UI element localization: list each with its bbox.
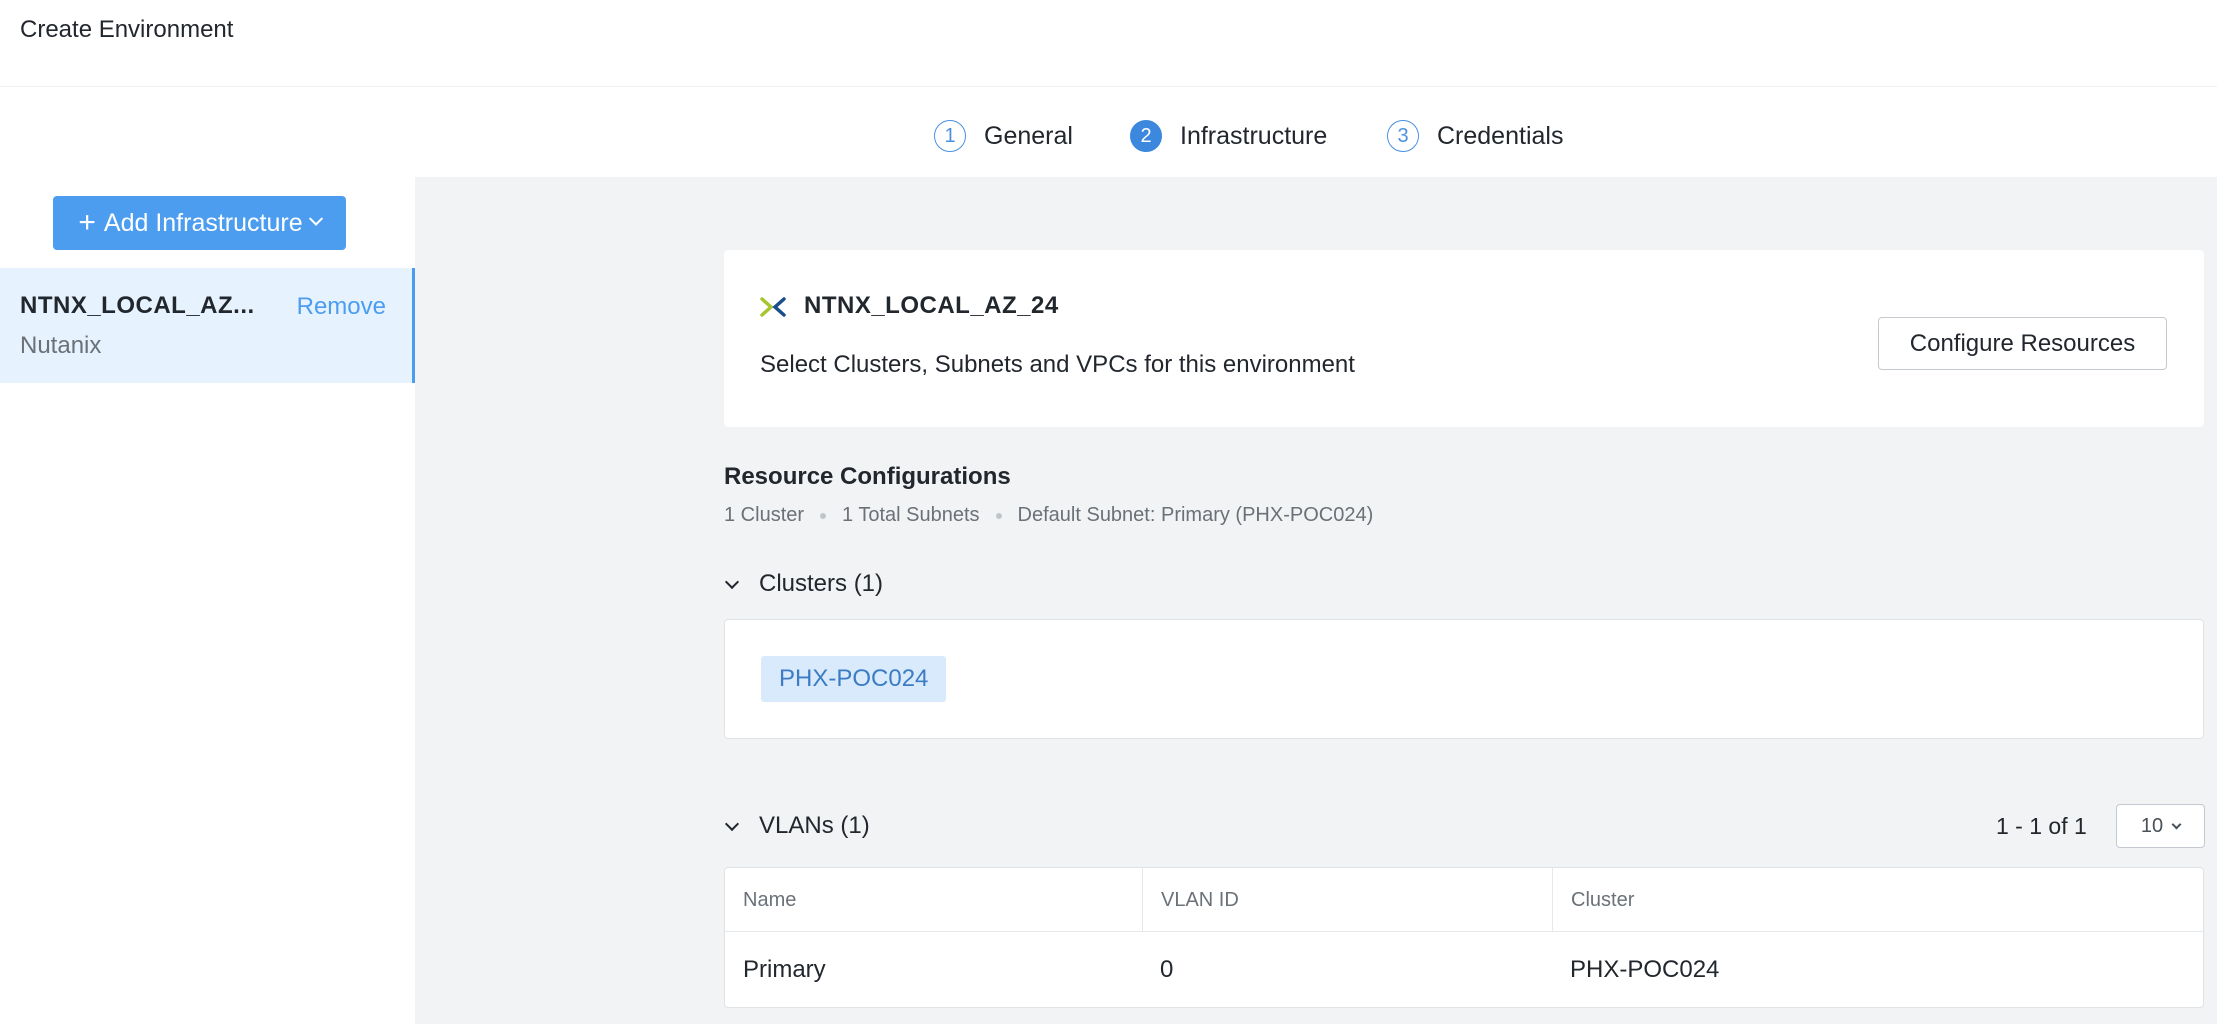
- step-number: 3: [1387, 120, 1419, 152]
- vlans-table: Name VLAN ID Cluster Primary 0 PHX-POC02…: [724, 867, 2204, 1008]
- step-infrastructure[interactable]: 2 Infrastructure: [1130, 119, 1327, 153]
- table-header: Name VLAN ID Cluster: [725, 868, 2203, 932]
- sidebar-item-ntnx-local-az[interactable]: NTNX_LOCAL_AZ... Nutanix Remove: [0, 268, 415, 383]
- clusters-section-toggle[interactable]: Clusters (1): [724, 570, 883, 598]
- chevron-down-icon: [308, 211, 323, 226]
- chevron-down-icon: [724, 816, 740, 831]
- clusters-list: PHX-POC024: [724, 619, 2204, 739]
- resource-summary: 1 Cluster 1 Total Subnets Default Subnet…: [724, 504, 1373, 527]
- cell-vlan-name: Primary: [743, 956, 826, 983]
- chevron-down-icon: [2171, 819, 2182, 829]
- cell-cluster: PHX-POC024: [1570, 956, 1720, 983]
- infrastructure-sidebar: + Add Infrastructure NTNX_LOCAL_AZ... Nu…: [0, 177, 415, 1024]
- column-header-name[interactable]: Name: [725, 868, 1142, 932]
- title-bar: Create Environment: [0, 0, 2217, 87]
- account-card: NTNX_LOCAL_AZ_24 Select Clusters, Subnet…: [724, 250, 2204, 427]
- nutanix-logo-icon: [760, 297, 786, 317]
- page-title: Create Environment: [20, 16, 234, 43]
- pagination-range: 1 - 1 of 1: [1996, 813, 2087, 839]
- infrastructure-provider: Nutanix: [20, 332, 102, 359]
- separator-dot: [995, 512, 1002, 519]
- default-subnet: Default Subnet: Primary (PHX-POC024): [1017, 504, 1374, 526]
- cell-vlan-id: 0: [1160, 956, 1174, 983]
- step-number: 2: [1130, 120, 1162, 152]
- step-label: General: [984, 121, 1073, 150]
- per-page-value: 10: [2140, 814, 2164, 837]
- account-name: NTNX_LOCAL_AZ_24: [804, 292, 1059, 319]
- step-number: 1: [934, 120, 966, 152]
- step-credentials[interactable]: 3 Credentials: [1387, 119, 1563, 153]
- column-header-cluster[interactable]: Cluster: [1552, 868, 2203, 932]
- chevron-down-icon: [724, 574, 740, 589]
- cluster-tag: PHX-POC024: [761, 656, 947, 702]
- cluster-count: 1 Cluster: [724, 504, 805, 526]
- add-infrastructure-label: Add Infrastructure: [103, 208, 303, 237]
- infrastructure-name: NTNX_LOCAL_AZ...: [20, 292, 255, 319]
- plus-icon: +: [78, 206, 96, 239]
- separator-dot: [820, 512, 827, 519]
- configure-resources-button[interactable]: Configure Resources: [1878, 317, 2167, 370]
- per-page-select[interactable]: 10: [2116, 804, 2205, 848]
- resource-configurations-title: Resource Configurations: [724, 463, 1011, 490]
- step-label: Infrastructure: [1180, 121, 1328, 150]
- remove-infrastructure-link[interactable]: Remove: [297, 293, 386, 321]
- step-label: Credentials: [1437, 121, 1564, 150]
- subnet-count: 1 Total Subnets: [842, 504, 980, 526]
- vlans-heading: VLANs (1): [759, 812, 870, 839]
- step-general[interactable]: 1 General: [934, 119, 1073, 153]
- clusters-heading: Clusters (1): [759, 570, 884, 597]
- add-infrastructure-button[interactable]: + Add Infrastructure: [53, 196, 346, 250]
- column-header-vlan-id[interactable]: VLAN ID: [1142, 868, 1552, 932]
- wizard-stepper: 1 General 2 Infrastructure 3 Credentials: [0, 87, 2217, 177]
- vlans-section-toggle[interactable]: VLANs (1): [724, 812, 870, 840]
- main-panel: NTNX_LOCAL_AZ_24 Select Clusters, Subnet…: [415, 177, 2217, 1024]
- account-description: Select Clusters, Subnets and VPCs for th…: [760, 351, 1355, 378]
